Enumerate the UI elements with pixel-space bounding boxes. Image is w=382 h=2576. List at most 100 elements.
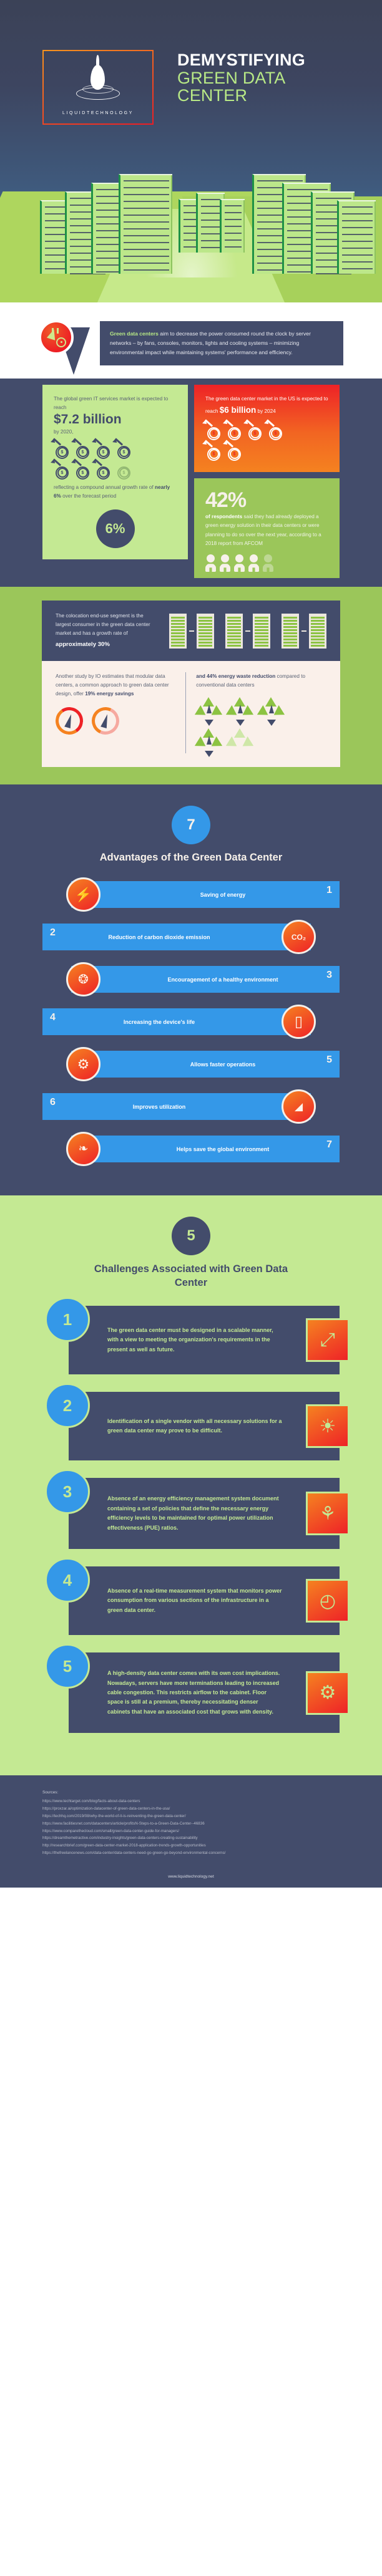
title-line-2: GREEN DATA [177, 68, 286, 87]
challenge-text: The green data center must be designed i… [69, 1306, 340, 1375]
target-dollar-icon [202, 440, 222, 461]
challenge-text: Identification of a single vendor with a… [69, 1392, 340, 1461]
leaf-plug-icon: ⚘ [306, 1492, 350, 1536]
challenge-item-1[interactable]: 1 The green data center must be designed… [0, 1297, 382, 1375]
source-link[interactable]: http://researchbrief.com/green-data-cent… [42, 1842, 340, 1850]
us-market-card: The green data center market in the US i… [194, 385, 340, 472]
person-icon [220, 554, 230, 572]
respondents-card: 42% of respondents said they had already… [194, 478, 340, 579]
advantage-label: Saving of energy [71, 881, 340, 909]
hero-section: LIQUIDTECHNOLOGY DEMYSTIFYING GREEN DATA… [0, 0, 382, 302]
intro-text-card: Green data centers aim to decrease the p… [100, 321, 343, 366]
gauge-meter-icon: ◴ [306, 1579, 350, 1623]
advantage-item-1[interactable]: ⚡ Saving of energy 1 [0, 877, 382, 912]
bolt-icon: ⚡ [66, 877, 100, 912]
target-dollar-icon [71, 438, 91, 459]
challenge-item-5[interactable]: 5 A high-density data center comes with … [0, 1644, 382, 1734]
colocation-card: The colocation end-use segment is the la… [42, 601, 340, 662]
brand-logo: LIQUIDTECHNOLOGY [42, 50, 154, 125]
colocation-section: The colocation end-use segment is the la… [0, 587, 382, 785]
source-link[interactable]: https://techhq.com/2019/08/why-the-world… [42, 1813, 340, 1820]
green-market-lead: The global green IT services market is e… [54, 396, 169, 410]
website-url[interactable]: www.liquidtechnology.net [0, 1863, 382, 1888]
challenge-number: 4 [45, 1558, 90, 1603]
challenge-item-3[interactable]: 3 Absence of an energy efficiency manage… [0, 1469, 382, 1550]
plug-gauge-icon [46, 328, 66, 347]
person-icon [248, 554, 259, 572]
advantage-item-4[interactable]: ▯ Increasing the device's life 4 [0, 1005, 382, 1040]
intro-section: Green data centers aim to decrease the p… [0, 302, 382, 379]
lightbulb-icon: ☀ [306, 1404, 350, 1449]
challenge-text: A high-density data center comes with it… [69, 1652, 340, 1734]
advantage-label: Allows faster operations [71, 1051, 340, 1078]
gear-speed-icon: ⚙ [66, 1047, 100, 1082]
energy-savings-left: Another study by IO estimates that modul… [53, 672, 187, 754]
green-market-card: The global green IT services market is e… [42, 385, 188, 559]
title-line-1: DEMYSTIFYING [177, 51, 305, 69]
recycle-bolt-icon [226, 697, 254, 726]
challenges-section: 5 Challenges Associated with Green Data … [0, 1195, 382, 1776]
cagr-post: over the forecast period [61, 493, 117, 499]
advantage-item-2[interactable]: CO₂ Reduction of carbon dioxide emission… [0, 920, 382, 955]
energy-savings-right: and 44% energy waste reduction compared … [195, 672, 326, 758]
advantage-number: 7 [326, 1139, 332, 1151]
advantage-item-5[interactable]: ⚙ Allows faster operations 5 [0, 1047, 382, 1082]
advantages-section: 7 Advantages of the Green Data Center ⚡ … [0, 784, 382, 1196]
advantage-number: 6 [50, 1097, 56, 1108]
energy-bulb-icon-partial [87, 703, 124, 739]
advantage-item-7[interactable]: ❧ Helps save the global environment 7 [0, 1132, 382, 1167]
waste-reduction-value: and 44% energy waste reduction [196, 673, 276, 680]
target-dollar-icon [264, 419, 283, 440]
respondents-text: of respondents said they had already dep… [205, 513, 328, 548]
hand-leaf-icon: ❧ [66, 1132, 100, 1167]
green-market-value: $7.2 billion [54, 412, 122, 427]
source-link[interactable]: https://www.comparethecloud.com/small/gr… [42, 1828, 340, 1835]
advantages-count-badge: 7 [172, 806, 210, 845]
target-dollar-icon [243, 419, 263, 440]
server-rack [337, 200, 376, 274]
advantages-heading: Advantages of the Green Data Center [99, 852, 283, 864]
target-dollar-icon [71, 458, 91, 480]
cagr-circle-badge: 6% [96, 509, 135, 548]
recycle-icon-grid [195, 697, 290, 758]
sources-label: Sources: [42, 1790, 59, 1795]
source-link[interactable]: https://www.techtarget.com/blog/facts-ab… [42, 1798, 340, 1805]
person-icon-faded [263, 554, 273, 572]
green-market-footnote: reflecting a compound annual growth rate… [54, 483, 177, 501]
us-market-value: $6 billion [219, 405, 257, 415]
device-battery-icon: ▯ [282, 1005, 316, 1040]
target-icon-grid-light [202, 419, 285, 461]
person-icon [205, 554, 216, 572]
us-market-text: The green data center market in the US i… [205, 395, 328, 418]
energy-bulb-icon [53, 705, 86, 737]
challenge-item-2[interactable]: 2 Identification of a single vendor with… [0, 1383, 382, 1461]
source-link[interactable]: https://thefreelancenews.com/data-center… [42, 1850, 340, 1857]
advantage-number: 4 [50, 1012, 56, 1023]
advantage-item-6[interactable]: ◢ Improves utilization 6 [0, 1089, 382, 1124]
server-rack [220, 199, 245, 253]
green-market-year: by 2020, [54, 429, 74, 435]
target-dollar-icon [202, 419, 222, 440]
respondents-bold: of respondents [205, 513, 243, 519]
challenge-item-4[interactable]: 4 Absence of a real-time measurement sys… [0, 1558, 382, 1636]
target-dollar-icon [51, 458, 70, 480]
infographic-page: LIQUIDTECHNOLOGY DEMYSTIFYING GREEN DATA… [0, 0, 382, 1888]
server-cabinets-icon [169, 613, 326, 649]
target-dollar-icon [92, 438, 111, 459]
advantage-item-3[interactable]: ❂ Encouragement of a healthy environment… [0, 962, 382, 997]
stats-column-right: The green data center market in the US i… [194, 385, 340, 579]
intro-bold-lead: Green data centers [110, 330, 159, 337]
globe-leaf-icon: ❂ [66, 962, 100, 997]
advantage-label: Reduction of carbon dioxide emission [42, 924, 311, 951]
source-link[interactable]: https://proxzar.ai/optimization-datacent… [42, 1805, 340, 1813]
source-link[interactable]: https://www.facilitiesnet.com/datacenter… [42, 1820, 340, 1828]
recycle-bolt-icon [195, 697, 223, 726]
colocation-growth-rate: approximately 30% [56, 640, 110, 648]
challenges-heading: Challenges Associated with Green Data Ce… [94, 1263, 288, 1288]
recycle-bolt-icon [257, 697, 285, 726]
server-racks-illustration [0, 143, 382, 274]
challenges-list: 1 The green data center must be designed… [0, 1297, 382, 1734]
logo-wordmark: LIQUIDTECHNOLOGY [62, 110, 134, 115]
energy-savings-card: Another study by IO estimates that modul… [42, 661, 340, 768]
source-link[interactable]: https://dreamthemetractive.com/industry-… [42, 1835, 340, 1842]
